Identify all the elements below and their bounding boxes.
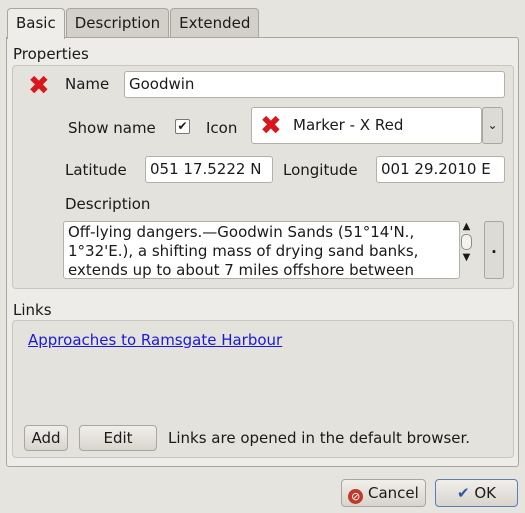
cancel-label: Cancel (367, 484, 419, 502)
longitude-field[interactable]: 001 29.2010 E (376, 156, 505, 183)
latitude-field[interactable]: 051 17.5222 N (145, 156, 273, 183)
tab-basic[interactable]: Basic (7, 8, 65, 39)
description-line: 1°32'E.), a shifting mass of drying sand… (68, 242, 419, 260)
name-field[interactable]: Goodwin (124, 71, 505, 98)
delete-x-icon[interactable]: ✖ (28, 73, 50, 99)
link-item[interactable]: Approaches to Ramsgate Harbour (28, 331, 282, 349)
description-more-button[interactable]: . (484, 221, 504, 279)
scroll-up-icon[interactable]: ▲ (459, 221, 474, 232)
marker-x-red-icon: ✖ (260, 111, 282, 141)
longitude-label: Longitude (283, 161, 358, 179)
ok-button[interactable]: ✔ OK (435, 479, 518, 507)
links-note: Links are opened in the default browser. (168, 429, 471, 447)
tab-bar: Basic Description Extended (7, 8, 260, 39)
checkmark-icon: ✔ (456, 484, 470, 502)
icon-label: Icon (206, 119, 238, 137)
basic-panel: Properties ✖ Name Goodwin Show name ✔ Ic… (6, 37, 519, 467)
add-link-button[interactable]: Add (24, 425, 68, 451)
description-textarea[interactable]: Off-lying dangers.—Goodwin Sands (51°14'… (63, 221, 460, 279)
description-scrollbar[interactable]: ▲ ▼ (459, 221, 474, 279)
ok-label: OK (474, 484, 496, 502)
scroll-thumb[interactable] (461, 234, 472, 250)
name-label: Name (65, 75, 110, 93)
properties-heading: Properties (13, 45, 89, 63)
show-name-label: Show name (68, 119, 156, 137)
description-line: Off-lying dangers.—Goodwin Sands (51°14'… (68, 223, 415, 241)
description-label: Description (65, 195, 151, 213)
scroll-down-icon[interactable]: ▼ (459, 252, 474, 263)
links-group: Approaches to Ramsgate Harbour Add Edit … (12, 320, 514, 458)
cancel-icon: ⊘ (348, 489, 364, 504)
description-line: extends up to about 7 miles offshore bet… (68, 261, 415, 279)
links-heading: Links (13, 301, 52, 319)
edit-link-button[interactable]: Edit (79, 425, 157, 451)
latitude-label: Latitude (65, 161, 127, 179)
icon-combobox[interactable]: ✖ Marker - X Red (251, 107, 482, 144)
tab-description[interactable]: Description (65, 8, 170, 38)
icon-value: Marker - X Red (293, 116, 404, 134)
show-name-checkbox[interactable]: ✔ (175, 119, 190, 134)
chevron-down-icon: ⌄ (487, 118, 498, 132)
cancel-button[interactable]: ⊘ Cancel (341, 479, 426, 507)
tab-extended[interactable]: Extended (170, 8, 260, 38)
icon-dropdown-button[interactable]: ⌄ (482, 107, 503, 144)
